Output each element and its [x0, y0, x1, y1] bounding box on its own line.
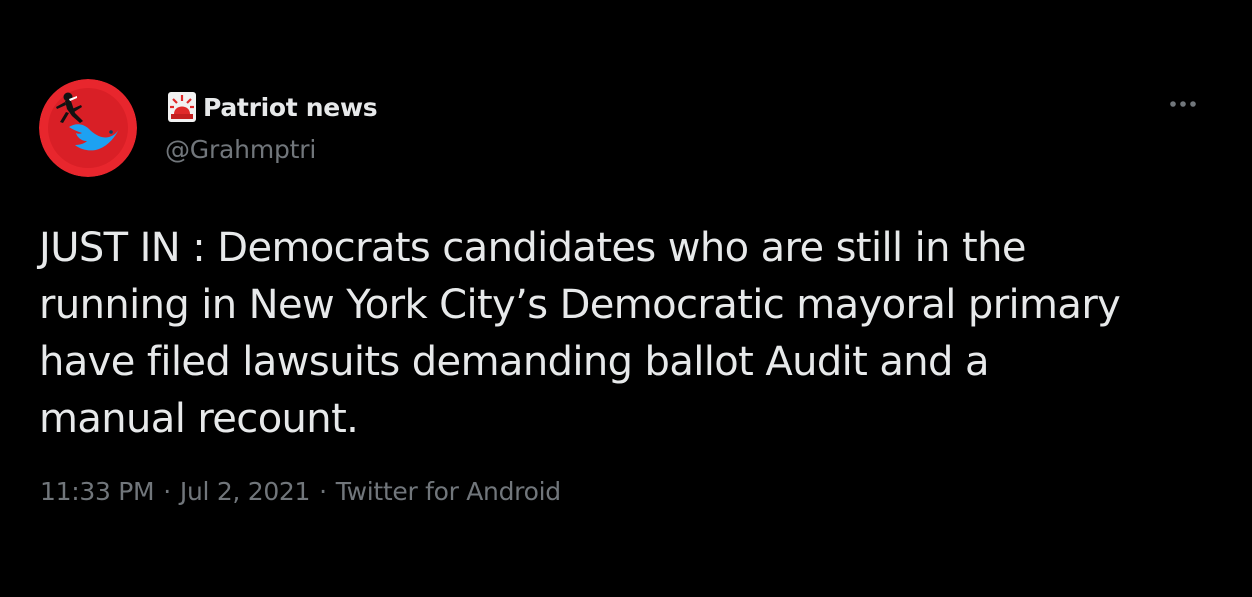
tweet-metadata: 11:33 PM · Jul 2, 2021 · Twitter for And… [40, 477, 561, 506]
more-options-icon[interactable] [1166, 92, 1200, 116]
tweet-source[interactable]: Twitter for Android [336, 477, 561, 506]
meta-separator: · [163, 477, 171, 506]
tweet-date[interactable]: Jul 2, 2021 [180, 477, 311, 506]
author-display-name[interactable]: Patriot news [203, 93, 378, 122]
tweet-time[interactable]: 11:33 PM [40, 477, 155, 506]
author-handle[interactable]: @Grahmptri [165, 135, 316, 164]
police-siren-icon [165, 90, 199, 124]
author-name-row[interactable]: Patriot news [165, 90, 378, 124]
avatar-image [39, 79, 137, 177]
meta-separator: · [319, 477, 327, 506]
tweet-card: Patriot news @Grahmptri JUST IN : Democr… [0, 0, 1252, 597]
tweet-text: JUST IN : Democrats candidates who are s… [39, 225, 1121, 442]
avatar[interactable] [39, 79, 137, 177]
